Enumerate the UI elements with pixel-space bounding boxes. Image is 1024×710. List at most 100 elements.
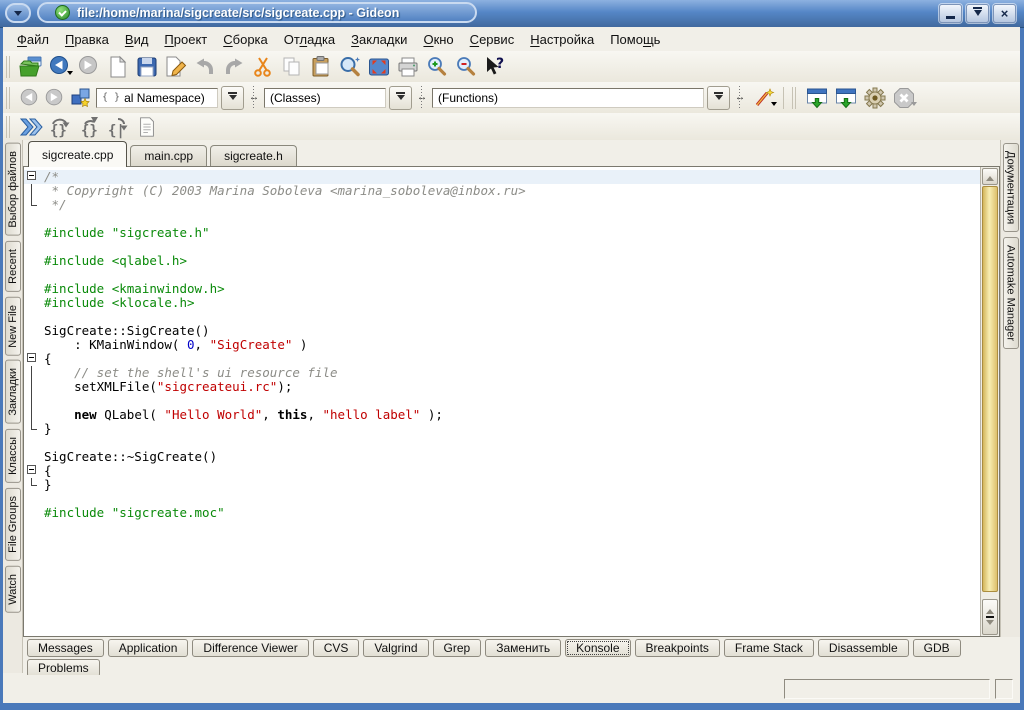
- code-line[interactable]: [24, 240, 980, 254]
- toolbar-handle[interactable]: [792, 87, 798, 109]
- code-line[interactable]: * Copyright (C) 2003 Marina Soboleva <ma…: [24, 184, 980, 198]
- code-line[interactable]: [24, 310, 980, 324]
- wand-button[interactable]: [749, 84, 778, 111]
- menu-item-сервис[interactable]: Сервис: [462, 29, 523, 50]
- left-dock-tab-recent[interactable]: Recent: [5, 241, 21, 292]
- fold-marker[interactable]: [24, 380, 44, 394]
- scrollbar-thumb[interactable]: [982, 186, 998, 592]
- nav-back-button[interactable]: [16, 84, 41, 111]
- editor-tab-sigcreate.h[interactable]: sigcreate.h: [210, 145, 297, 166]
- code-area[interactable]: /* * Copyright (C) 2003 Marina Soboleva …: [24, 167, 980, 636]
- combo-resize-handle[interactable]: ↔: [247, 85, 261, 111]
- nav-forward-button[interactable]: [41, 84, 66, 111]
- combo-resize-handle[interactable]: ↔: [733, 85, 747, 111]
- close-button[interactable]: ×: [993, 4, 1016, 23]
- bottom-tab-заменить[interactable]: Заменить: [485, 639, 561, 657]
- left-dock-tab-выбор-файлов[interactable]: Выбор файлов: [5, 143, 21, 236]
- right-dock-tab-документация[interactable]: Документация: [1003, 143, 1019, 232]
- zoom-out-button[interactable]: [451, 53, 480, 80]
- code-line[interactable]: [24, 436, 980, 450]
- code-line[interactable]: : KMainWindow( 0, "SigCreate" ): [24, 338, 980, 352]
- code-line[interactable]: #include <qlabel.h>: [24, 254, 980, 268]
- code-line[interactable]: setXMLFile("sigcreateui.rc");: [24, 380, 980, 394]
- code-line[interactable]: #include <kmainwindow.h>: [24, 282, 980, 296]
- classes-combo[interactable]: (Classes): [264, 86, 412, 110]
- fold-marker[interactable]: [24, 464, 44, 478]
- fold-marker[interactable]: [24, 184, 44, 198]
- classes-combo-arrow[interactable]: [389, 86, 412, 110]
- code-line[interactable]: {: [24, 464, 980, 478]
- bottom-tab-difference-viewer[interactable]: Difference Viewer: [192, 639, 308, 657]
- copy-button[interactable]: [277, 53, 306, 80]
- toolbar-handle[interactable]: [6, 116, 12, 138]
- continue-button[interactable]: [16, 113, 45, 140]
- scroll-updown-button[interactable]: [982, 599, 998, 635]
- code-line[interactable]: {: [24, 352, 980, 366]
- bottom-tab-breakpoints[interactable]: Breakpoints: [635, 639, 720, 657]
- step-out-button[interactable]: {}: [74, 113, 103, 140]
- menu-item-проект[interactable]: Проект: [156, 29, 215, 50]
- window-menu-button[interactable]: [5, 3, 31, 23]
- menu-item-вид[interactable]: Вид: [117, 29, 157, 50]
- bottom-tab-disassemble[interactable]: Disassemble: [818, 639, 909, 657]
- fullscreen-button[interactable]: [364, 53, 393, 80]
- code-line[interactable]: }: [24, 422, 980, 436]
- menu-item-правка[interactable]: Правка: [57, 29, 117, 50]
- code-line[interactable]: [24, 212, 980, 226]
- redo-button[interactable]: [219, 53, 248, 80]
- namespace-combo-value[interactable]: { }al Namespace): [96, 88, 218, 108]
- editor-scrollbar[interactable]: [980, 167, 999, 636]
- menu-item-отладка[interactable]: Отладка: [276, 29, 343, 50]
- scroll-up-button[interactable]: [982, 168, 998, 185]
- code-line[interactable]: [24, 394, 980, 408]
- fold-marker[interactable]: [24, 352, 44, 366]
- back-button[interactable]: [45, 53, 74, 80]
- left-dock-tab-file-groups[interactable]: File Groups: [5, 488, 21, 561]
- menu-item-окно[interactable]: Окно: [415, 29, 461, 50]
- new-file-button[interactable]: [103, 53, 132, 80]
- window-lower-button[interactable]: [802, 84, 831, 111]
- code-line[interactable]: /*: [24, 170, 980, 184]
- menu-item-помощь[interactable]: Помощь: [602, 29, 668, 50]
- left-dock-tab-new-file[interactable]: New File: [5, 297, 21, 356]
- code-line[interactable]: [24, 268, 980, 282]
- namespace-combo[interactable]: { }al Namespace): [96, 86, 244, 110]
- functions-combo-value[interactable]: (Functions): [432, 88, 704, 108]
- namespace-combo-arrow[interactable]: [221, 86, 244, 110]
- fold-marker[interactable]: [24, 170, 44, 184]
- left-dock-tab-закладки[interactable]: Закладки: [5, 360, 21, 424]
- code-line[interactable]: new QLabel( "Hello World", this, "hello …: [24, 408, 980, 422]
- undo-button[interactable]: [190, 53, 219, 80]
- bottom-tab-valgrind[interactable]: Valgrind: [363, 639, 428, 657]
- right-dock-tab-automake-manager[interactable]: Automake Manager: [1003, 237, 1019, 349]
- cut-button[interactable]: [248, 53, 277, 80]
- fold-marker[interactable]: [24, 422, 44, 436]
- save-button[interactable]: [132, 53, 161, 80]
- bottom-tab-messages[interactable]: Messages: [27, 639, 104, 657]
- find-button[interactable]: [335, 53, 364, 80]
- bottom-tab-konsole[interactable]: Konsole: [565, 639, 630, 657]
- functions-combo-arrow[interactable]: [707, 86, 730, 110]
- paste-button[interactable]: [306, 53, 335, 80]
- fold-marker[interactable]: [24, 478, 44, 492]
- functions-combo[interactable]: (Functions): [432, 86, 730, 110]
- print-button[interactable]: [393, 53, 422, 80]
- whats-this-button[interactable]: ?: [480, 53, 509, 80]
- maximize-button[interactable]: [966, 4, 989, 23]
- menu-item-закладки[interactable]: Закладки: [343, 29, 415, 50]
- code-line[interactable]: }: [24, 478, 980, 492]
- open-project-button[interactable]: [16, 53, 45, 80]
- minimize-button[interactable]: [939, 4, 962, 23]
- forward-button[interactable]: [74, 53, 103, 80]
- stop-button[interactable]: [889, 84, 918, 111]
- fold-marker[interactable]: [24, 408, 44, 422]
- toolbar-handle[interactable]: [6, 56, 12, 78]
- menu-item-файл[interactable]: Файл: [9, 29, 57, 50]
- step-over-button[interactable]: {}: [45, 113, 74, 140]
- examine-core-button[interactable]: [132, 113, 161, 140]
- combo-resize-handle[interactable]: ↔: [415, 85, 429, 111]
- save-as-button[interactable]: [161, 53, 190, 80]
- left-dock-tab-watch[interactable]: Watch: [5, 566, 21, 613]
- bottom-tab-cvs[interactable]: CVS: [313, 639, 360, 657]
- classes-button[interactable]: [66, 84, 95, 111]
